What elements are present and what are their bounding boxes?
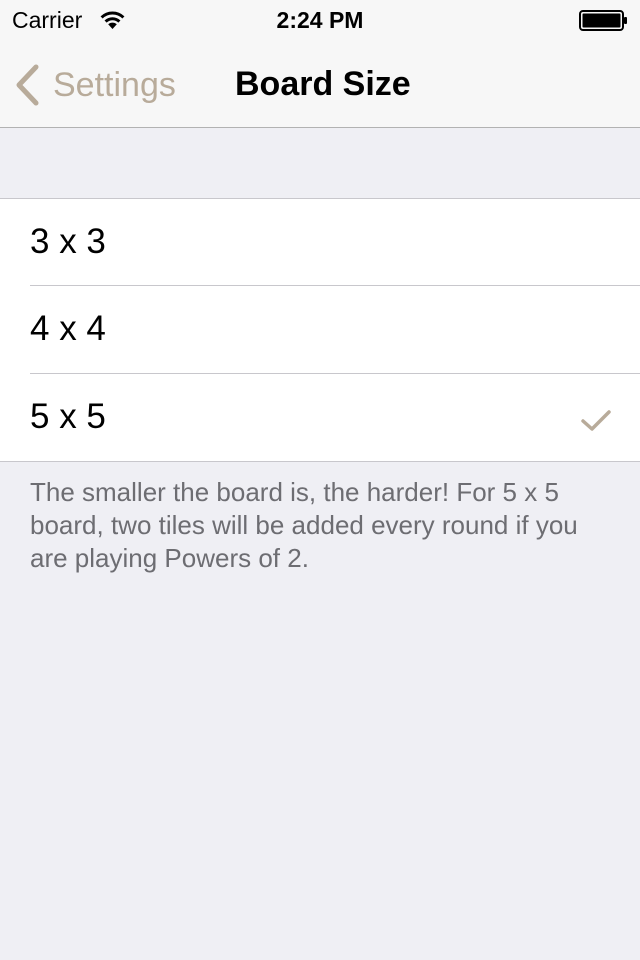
option-4x4[interactable]: 4 x 4 [0,286,640,374]
option-label: 4 x 4 [30,309,106,348]
navigation-bar: Carrier 2:24 PM Settings Board Size [0,0,640,128]
chevron-left-icon [16,64,39,106]
option-label: 5 x 5 [30,397,106,436]
page-title: Board Size [235,65,411,103]
checkmark-icon [581,410,611,431]
clock: 2:24 PM [276,7,364,33]
battery-icon [579,10,627,31]
status-bar: Carrier 2:24 PM [0,0,640,40]
option-5x5[interactable]: 5 x 5 [0,374,640,462]
back-button-label: Settings [53,66,176,104]
option-3x3[interactable]: 3 x 3 [0,199,640,287]
board-size-list: 3 x 3 4 x 4 5 x 5 [0,198,640,462]
footer-note: The smaller the board is, the harder! Fo… [30,477,578,573]
back-button[interactable]: Settings [14,60,176,110]
option-label: 3 x 3 [30,222,106,261]
